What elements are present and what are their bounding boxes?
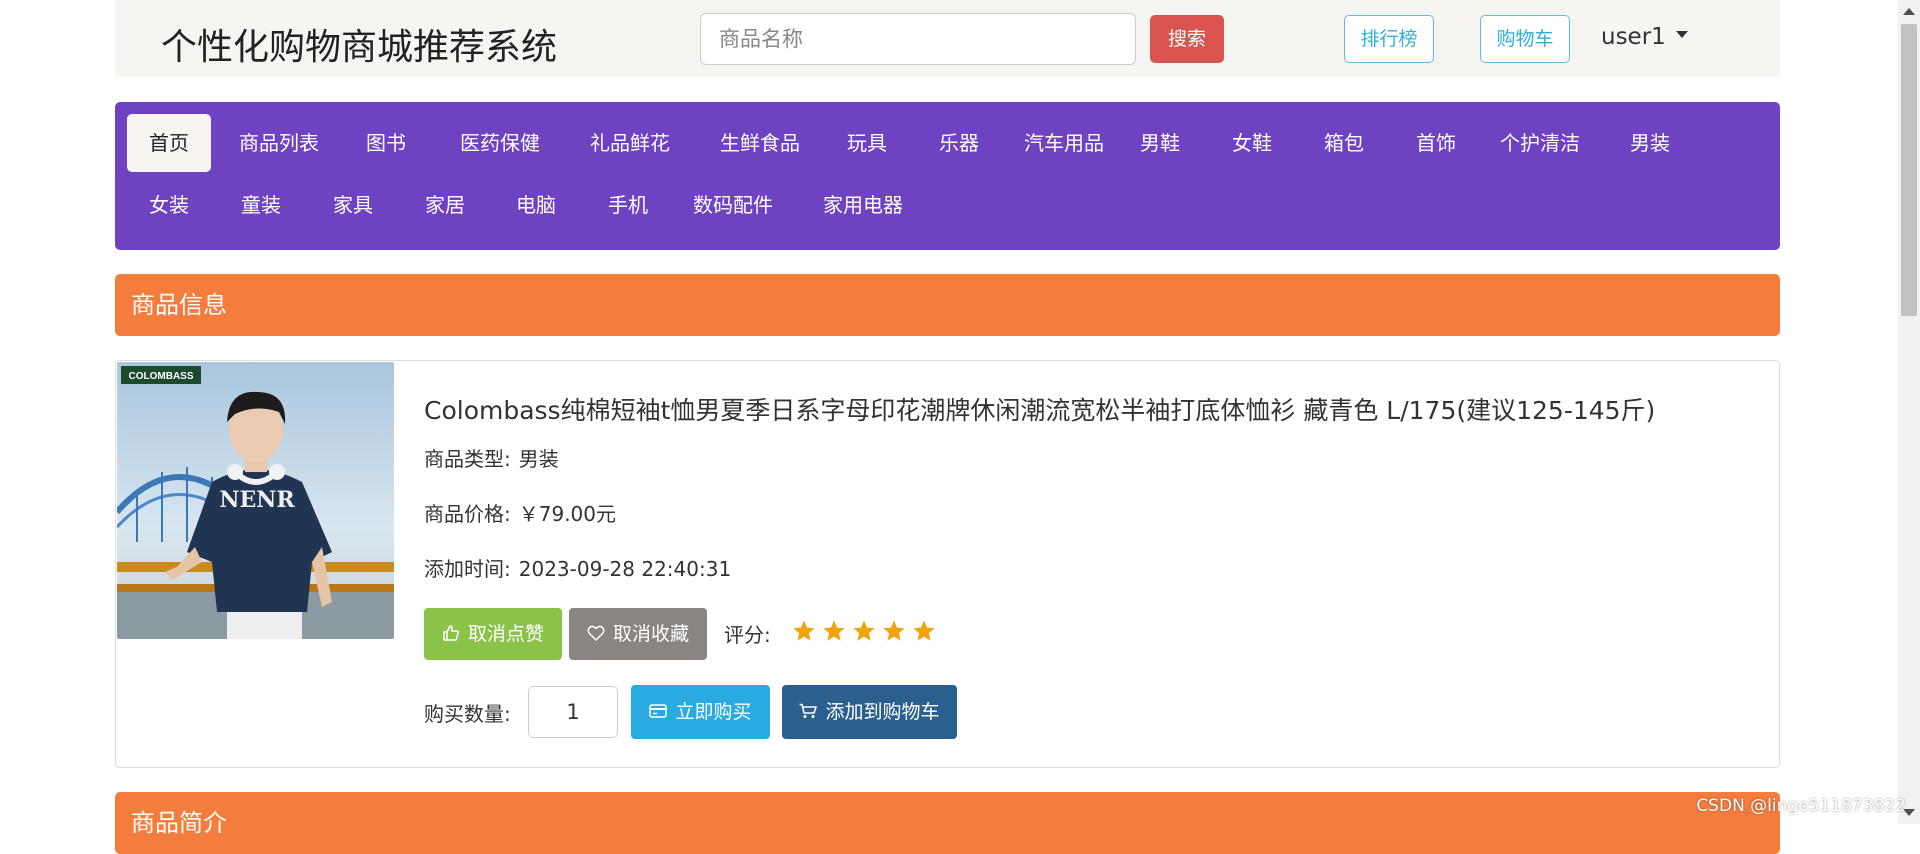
product-info-header: 商品信息 [115,274,1780,336]
nav-item-gifts[interactable]: 礼品鲜花 [575,114,685,172]
nav-item-books[interactable]: 图书 [354,114,418,172]
product-title: Colombass纯棉短袖t恤男夏季日系字母印花潮牌休闲潮流宽松半袖打底体恤衫 … [424,391,1655,427]
nav-item-bags[interactable]: 箱包 [1312,114,1376,172]
buy-now-button[interactable]: 立即购买 [631,685,770,739]
scroll-thumb[interactable] [1901,24,1917,316]
product-price-value: ￥79.00元 [519,502,616,526]
cart-button[interactable]: 购物车 [1480,15,1570,63]
product-time-value: 2023-09-28 22:40:31 [519,557,731,581]
unfavorite-label: 取消收藏 [613,623,689,645]
nav-item-home[interactable]: 首页 [127,114,211,172]
product-time-row: 添加时间: 2023-09-28 22:40:31 [424,553,731,582]
product-type-row: 商品类型: 男装 [424,443,559,472]
unlike-label: 取消点赞 [468,623,544,645]
nav-item-phones[interactable]: 手机 [596,176,660,234]
username: user1 [1601,24,1666,50]
buy-now-label: 立即购买 [675,701,751,723]
shopping-cart-icon [799,703,817,719]
search-button[interactable]: 搜索 [1150,15,1224,63]
nav-item-womenswear[interactable]: 女装 [127,176,211,234]
nav-item-toys[interactable]: 玩具 [835,114,899,172]
product-type-label: 商品类型: [424,447,511,471]
user-menu[interactable]: user1 [1601,24,1688,50]
site-header: 个性化购物商城推荐系统 搜索 排行榜 购物车 user1 [115,0,1780,77]
nav-item-personal-care[interactable]: 个护清洁 [1485,114,1595,172]
nav-item-furniture[interactable]: 家具 [321,176,385,234]
rating-label: 评分: [724,619,771,648]
unlike-button[interactable]: 取消点赞 [424,608,562,660]
quantity-input[interactable] [528,686,618,738]
star-icon[interactable] [912,619,936,643]
nav-item-medicine[interactable]: 医药保健 [445,114,555,172]
product-time-label: 添加时间: [424,557,511,581]
product-image[interactable]: NENR COLOMBASS [117,362,394,639]
product-price-label: 商品价格: [424,502,511,526]
nav-item-menswear[interactable]: 男装 [1618,114,1682,172]
site-title[interactable]: 个性化购物商城推荐系统 [161,18,557,70]
credit-card-icon [649,703,667,719]
nav-item-mens-shoes[interactable]: 男鞋 [1128,114,1192,172]
thumbs-up-icon [442,624,460,642]
add-to-cart-label: 添加到购物车 [825,701,939,723]
shirt-print-text: NENR [219,487,295,513]
nav-item-digital-accessories[interactable]: 数码配件 [678,176,788,234]
nav-item-fresh-food[interactable]: 生鲜食品 [705,114,815,172]
nav-item-appliances[interactable]: 家用电器 [808,176,918,234]
ranking-button[interactable]: 排行榜 [1344,15,1434,63]
caret-down-icon [1676,31,1688,38]
rating-stars [792,619,942,647]
product-price-row: 商品价格: ￥79.00元 [424,498,616,527]
unfavorite-button[interactable]: 取消收藏 [569,608,707,660]
nav-item-instruments[interactable]: 乐器 [927,114,991,172]
star-icon[interactable] [852,619,876,643]
product-photo: NENR COLOMBASS [117,362,394,639]
search-input[interactable] [700,13,1136,65]
star-icon[interactable] [822,619,846,643]
product-intro-header: 商品简介 [115,792,1780,854]
nav-item-kidswear[interactable]: 童装 [229,176,293,234]
category-nav: 首页 商品列表 图书 医药保健 礼品鲜花 生鲜食品 玩具 乐器 汽车用品 男鞋 … [115,102,1780,250]
nav-item-computers[interactable]: 电脑 [504,176,568,234]
add-to-cart-button[interactable]: 添加到购物车 [782,685,957,739]
product-card: NENR COLOMBASS Colombass纯棉短袖t恤男夏季日系字母印花潮… [115,360,1780,768]
heart-icon [587,624,605,642]
product-type-value: 男装 [519,447,559,471]
page-scrollbar[interactable] [1898,0,1920,824]
star-icon[interactable] [882,619,906,643]
star-icon[interactable] [792,619,816,643]
quantity-label: 购买数量: [424,698,511,727]
nav-item-auto[interactable]: 汽车用品 [1009,114,1119,172]
nav-item-womens-shoes[interactable]: 女鞋 [1220,114,1284,172]
brand-tag-text: COLOMBASS [129,371,194,382]
nav-item-product-list[interactable]: 商品列表 [224,114,334,172]
scroll-up-arrow-icon[interactable] [1903,8,1915,15]
watermark: CSDN @linge511873822 [1696,796,1906,816]
nav-item-jewelry[interactable]: 首饰 [1404,114,1468,172]
nav-item-home-living[interactable]: 家居 [413,176,477,234]
